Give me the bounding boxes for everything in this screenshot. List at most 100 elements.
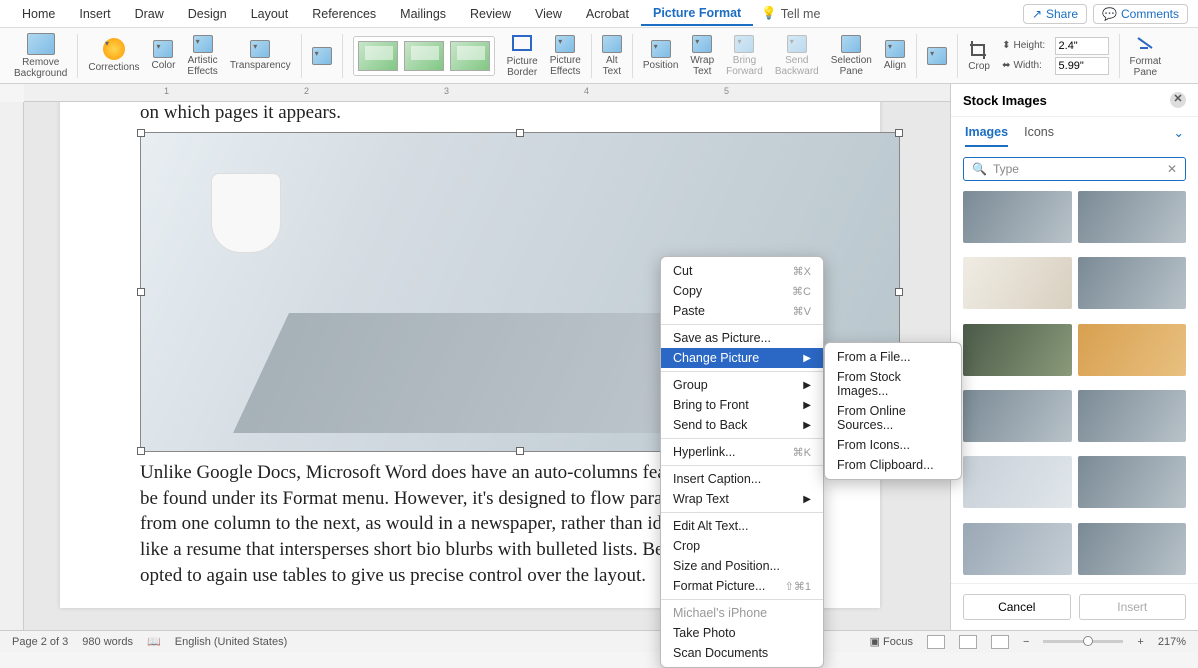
tab-view[interactable]: View xyxy=(523,3,574,25)
submenu-item-from-clipboard-[interactable]: From Clipboard... xyxy=(825,455,961,475)
zoom-slider[interactable] xyxy=(1043,640,1123,643)
stock-thumb[interactable] xyxy=(1078,523,1187,575)
view-print-button[interactable] xyxy=(959,635,977,649)
stock-thumb[interactable] xyxy=(963,456,1072,508)
stock-thumb[interactable] xyxy=(1078,390,1187,442)
tab-picture-format[interactable]: Picture Format xyxy=(641,2,753,26)
stock-thumb[interactable] xyxy=(963,390,1072,442)
stock-thumb[interactable] xyxy=(963,324,1072,376)
bring-forward-button[interactable]: Bring Forward xyxy=(720,30,769,81)
context-item-send-to-back[interactable]: Send to Back▶ xyxy=(661,415,823,435)
resize-handle-bm[interactable] xyxy=(516,447,524,455)
zoom-in-button[interactable]: + xyxy=(1137,636,1143,648)
context-item-copy[interactable]: Copy⌘C xyxy=(661,281,823,301)
position-button[interactable]: Position xyxy=(637,30,685,81)
word-count[interactable]: 980 words xyxy=(82,636,133,648)
alt-text-button[interactable]: Alt Text xyxy=(596,30,628,81)
context-item-size-and-position-[interactable]: Size and Position... xyxy=(661,556,823,576)
context-item-change-picture[interactable]: Change Picture▶ xyxy=(661,348,823,368)
search-input[interactable] xyxy=(993,162,1161,176)
context-item-scan-documents[interactable]: Scan Documents xyxy=(661,643,823,663)
context-item-michael-s-iphone[interactable]: Michael's iPhone xyxy=(661,603,823,623)
corrections-button[interactable]: Corrections xyxy=(82,30,145,81)
chevron-down-icon[interactable]: ⌄ xyxy=(1174,125,1184,147)
page-indicator[interactable]: Page 2 of 3 xyxy=(12,636,68,648)
resize-handle-tm[interactable] xyxy=(516,129,524,137)
panel-tab-images[interactable]: Images xyxy=(965,125,1008,147)
picture-effects-button[interactable]: Picture Effects xyxy=(544,30,587,81)
context-item-save-as-picture-[interactable]: Save as Picture... xyxy=(661,328,823,348)
stock-thumb[interactable] xyxy=(963,191,1072,243)
tab-layout[interactable]: Layout xyxy=(239,3,301,25)
share-button[interactable]: ↗Share xyxy=(1023,4,1087,24)
focus-mode-button[interactable]: ▣ Focus xyxy=(870,635,913,648)
tab-review[interactable]: Review xyxy=(458,3,523,25)
context-item-take-photo[interactable]: Take Photo xyxy=(661,623,823,643)
resize-handle-ml[interactable] xyxy=(137,288,145,296)
tab-insert[interactable]: Insert xyxy=(67,3,122,25)
context-item-bring-to-front[interactable]: Bring to Front▶ xyxy=(661,395,823,415)
resize-handle-bl[interactable] xyxy=(137,447,145,455)
style-thumb-1[interactable] xyxy=(358,41,398,71)
resize-handle-mr[interactable] xyxy=(895,288,903,296)
stock-thumb[interactable] xyxy=(1078,257,1187,309)
format-pane-button[interactable]: Format Pane xyxy=(1124,30,1168,81)
resize-handle-tl[interactable] xyxy=(137,129,145,137)
width-input[interactable] xyxy=(1055,57,1109,75)
view-web-button[interactable] xyxy=(991,635,1009,649)
style-thumb-3[interactable] xyxy=(450,41,490,71)
spellcheck-icon[interactable]: 📖 xyxy=(147,635,161,648)
tab-acrobat[interactable]: Acrobat xyxy=(574,3,641,25)
reset-picture-button[interactable] xyxy=(306,30,338,81)
search-box[interactable]: 🔍 ✕ xyxy=(963,157,1186,181)
stock-thumb[interactable] xyxy=(963,523,1072,575)
context-item-hyperlink-[interactable]: Hyperlink...⌘K xyxy=(661,442,823,462)
panel-tab-icons[interactable]: Icons xyxy=(1024,125,1054,147)
send-backward-button[interactable]: Send Backward xyxy=(769,30,825,81)
selection-pane-button[interactable]: Selection Pane xyxy=(825,30,878,81)
close-panel-button[interactable]: ✕ xyxy=(1170,92,1186,108)
resize-handle-tr[interactable] xyxy=(895,129,903,137)
tell-me[interactable]: Tell me xyxy=(781,7,821,21)
tab-references[interactable]: References xyxy=(300,3,388,25)
stock-thumb[interactable] xyxy=(1078,191,1187,243)
context-item-wrap-text[interactable]: Wrap Text▶ xyxy=(661,489,823,509)
tab-mailings[interactable]: Mailings xyxy=(388,3,458,25)
tab-home[interactable]: Home xyxy=(10,3,67,25)
picture-styles-gallery[interactable] xyxy=(347,30,501,81)
insert-button[interactable]: Insert xyxy=(1079,594,1187,620)
transparency-button[interactable]: Transparency xyxy=(224,30,297,81)
tab-draw[interactable]: Draw xyxy=(123,3,176,25)
cancel-button[interactable]: Cancel xyxy=(963,594,1071,620)
context-item-insert-caption-[interactable]: Insert Caption... xyxy=(661,469,823,489)
language-indicator[interactable]: English (United States) xyxy=(175,636,288,648)
submenu-item-from-a-file-[interactable]: From a File... xyxy=(825,347,961,367)
submenu-item-from-stock-images-[interactable]: From Stock Images... xyxy=(825,367,961,401)
rotate-button[interactable] xyxy=(921,30,953,81)
context-item-crop[interactable]: Crop xyxy=(661,536,823,556)
submenu-item-from-icons-[interactable]: From Icons... xyxy=(825,435,961,455)
height-input[interactable] xyxy=(1055,37,1109,55)
context-item-group[interactable]: Group▶ xyxy=(661,375,823,395)
style-thumb-2[interactable] xyxy=(404,41,444,71)
stock-thumb[interactable] xyxy=(1078,456,1187,508)
zoom-out-button[interactable]: − xyxy=(1023,636,1029,648)
wrap-text-button[interactable]: Wrap Text xyxy=(684,30,720,81)
submenu-item-from-online-sources-[interactable]: From Online Sources... xyxy=(825,401,961,435)
view-read-button[interactable] xyxy=(927,635,945,649)
tab-design[interactable]: Design xyxy=(176,3,239,25)
remove-background-button[interactable]: Remove Background xyxy=(8,30,73,81)
crop-button[interactable]: Crop xyxy=(962,30,996,81)
align-button[interactable]: Align xyxy=(878,30,912,81)
color-button[interactable]: Color xyxy=(146,30,182,81)
context-item-edit-alt-text-[interactable]: Edit Alt Text... xyxy=(661,516,823,536)
stock-thumb[interactable] xyxy=(963,257,1072,309)
picture-border-button[interactable]: Picture Border xyxy=(501,30,544,81)
comments-button[interactable]: 💬Comments xyxy=(1093,4,1188,24)
zoom-level[interactable]: 217% xyxy=(1158,636,1186,648)
context-item-cut[interactable]: Cut⌘X xyxy=(661,261,823,281)
context-item-paste[interactable]: Paste⌘V xyxy=(661,301,823,321)
stock-thumb[interactable] xyxy=(1078,324,1187,376)
context-item-format-picture-[interactable]: Format Picture...⇧⌘1 xyxy=(661,576,823,596)
artistic-effects-button[interactable]: Artistic Effects xyxy=(181,30,223,81)
